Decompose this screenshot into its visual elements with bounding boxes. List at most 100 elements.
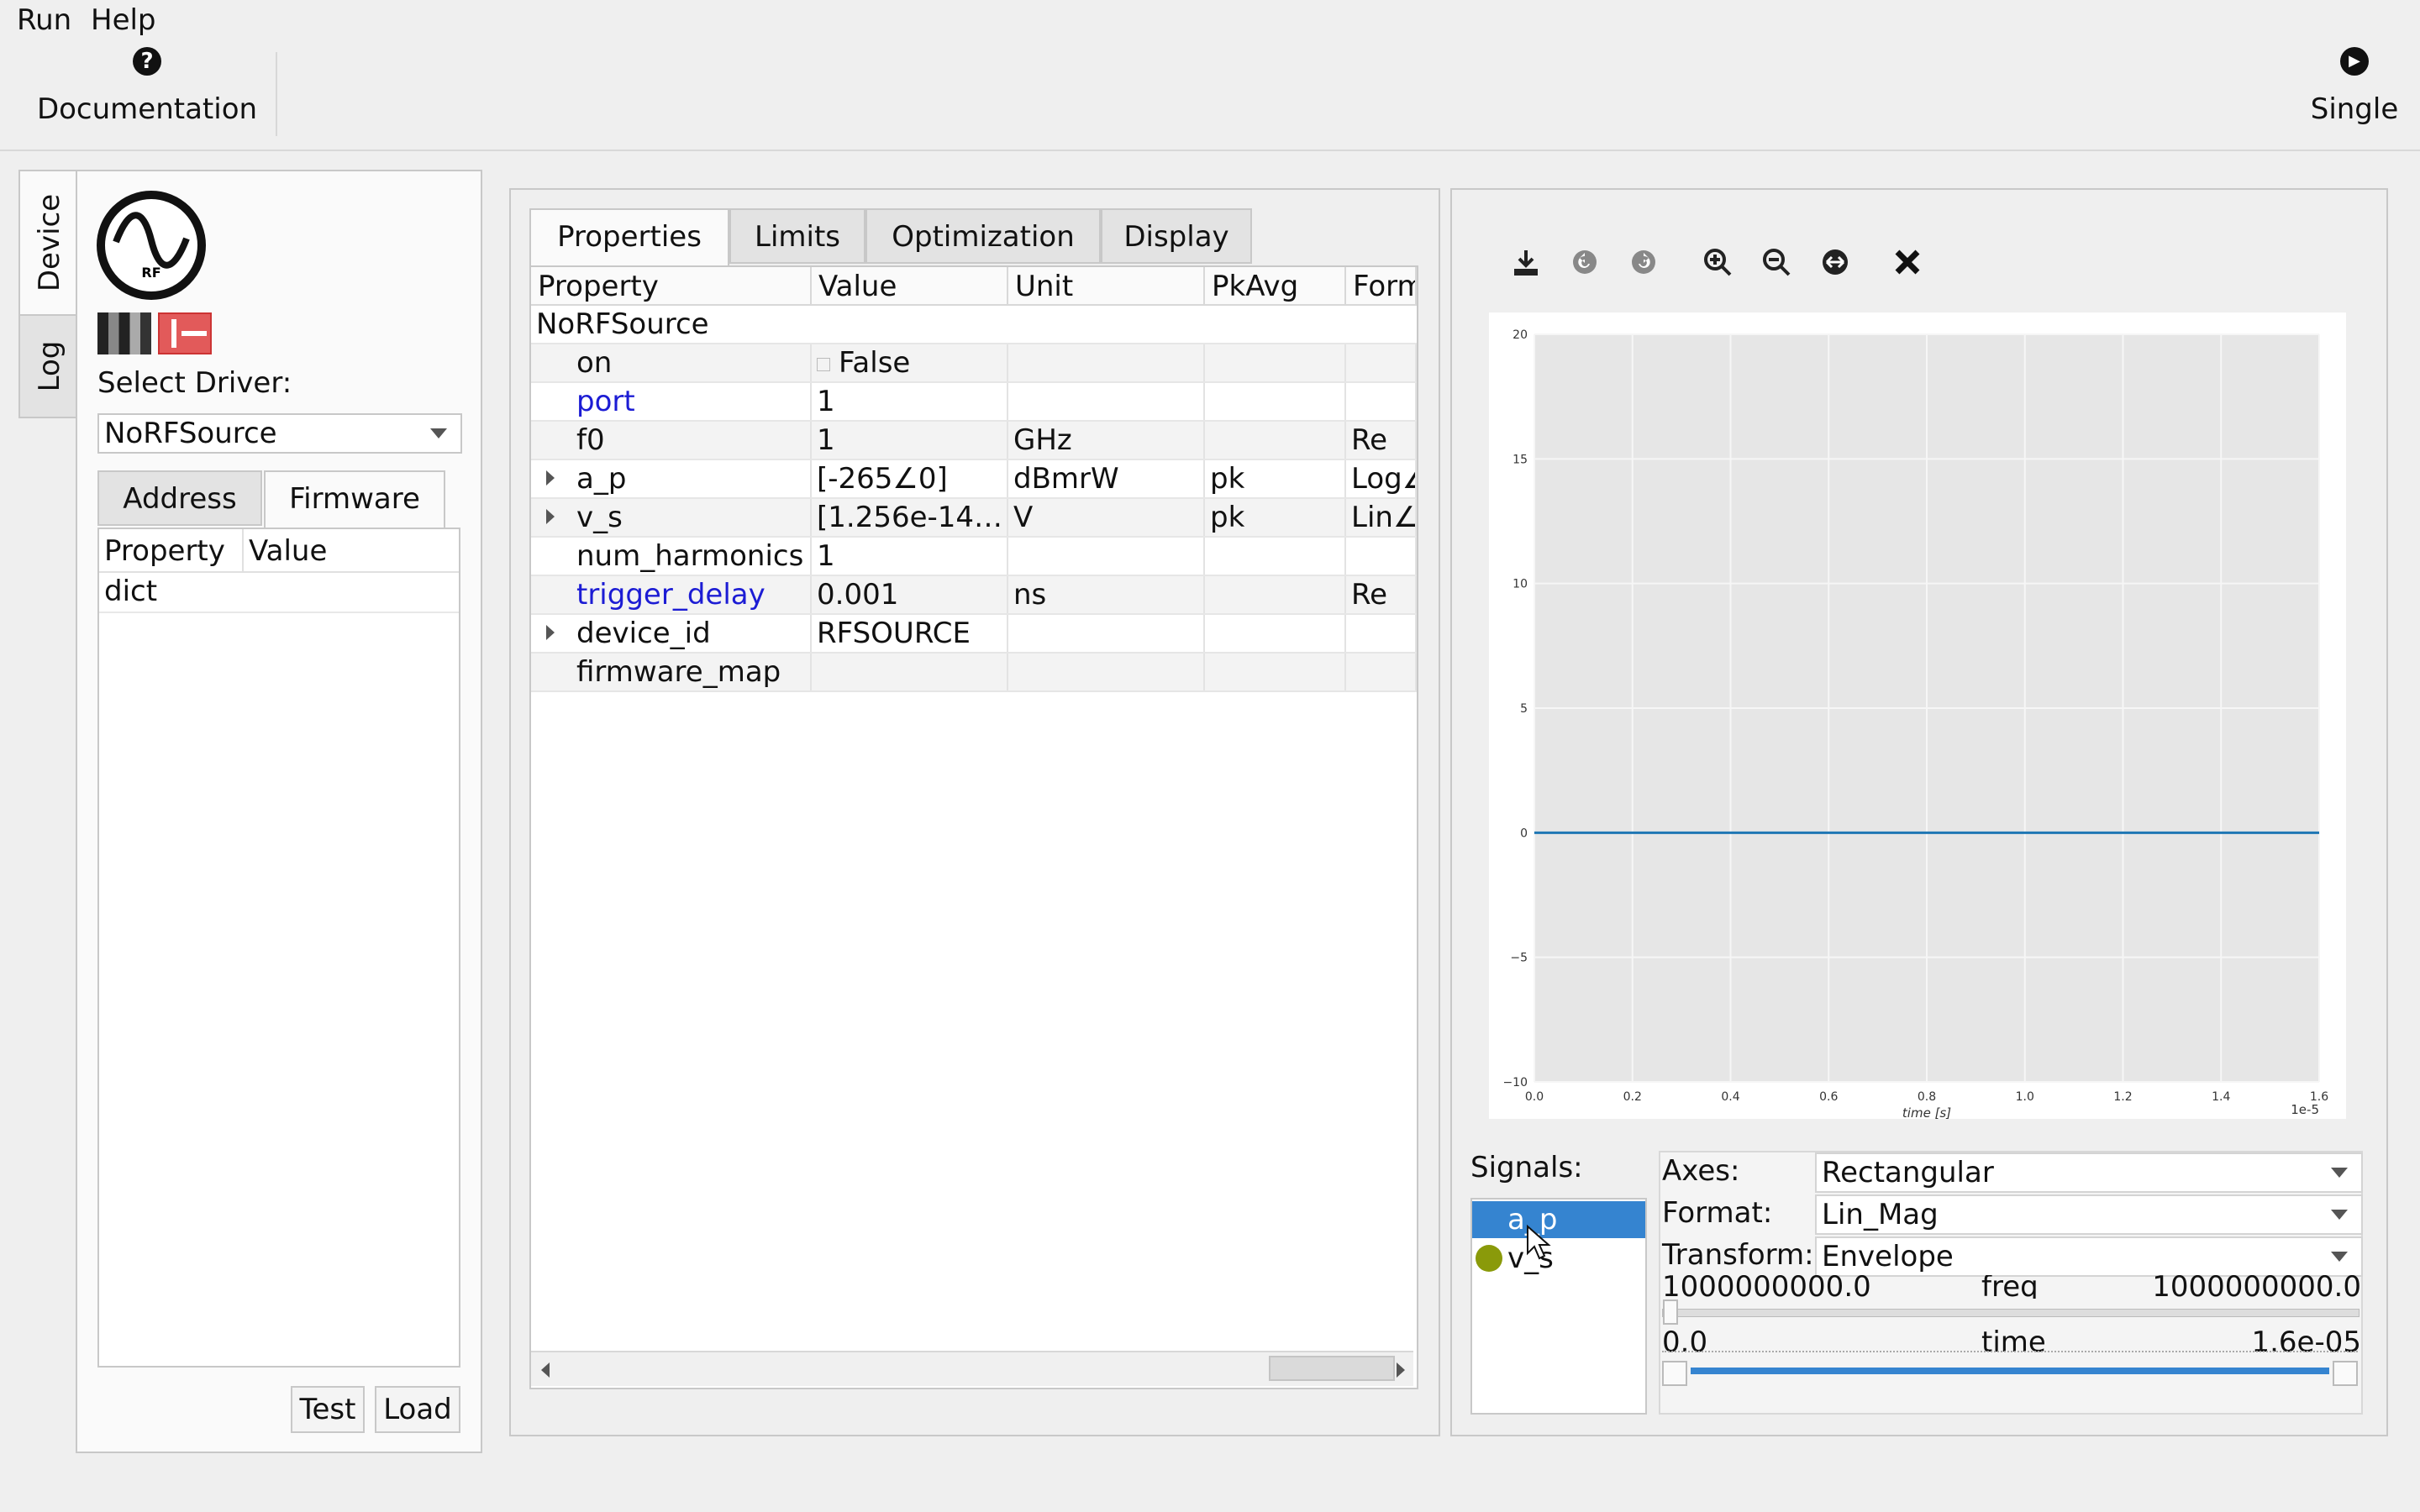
driver-select[interactable]: NoRFSource [97,413,462,454]
time-slider-end-handle[interactable] [2333,1361,2358,1386]
cell-property: num_harmonics [531,538,812,575]
col-property[interactable]: Property [531,267,812,306]
time-slider-range[interactable] [1691,1368,2329,1374]
toolbar: ? Documentation ▶ Single [0,39,2420,151]
expand-arrow-icon[interactable] [546,470,555,486]
time-slider-start-handle[interactable] [1662,1361,1687,1386]
table-row[interactable]: f0 1 GHz Re [531,422,1417,460]
cell-format [1346,615,1417,652]
transform-value: Envelope [1822,1240,1954,1273]
cell-value[interactable]: [-265∠0] [812,460,1008,497]
cell-property: v_s [531,499,812,536]
cell-property: port [531,383,812,420]
cell-value[interactable]: RFSOURCE [812,615,1008,652]
close-icon[interactable] [1891,245,1924,279]
freq-slider[interactable] [1662,1299,2360,1325]
tab-limits[interactable]: Limits [729,208,865,264]
undo-icon[interactable] [1568,245,1602,279]
y-tick-label: 5 [1520,702,1528,716]
y-tick-label: 0 [1520,827,1528,840]
firmware-table-header: Property Value [99,529,459,573]
tab-address[interactable]: Address [97,470,262,526]
tab-optimization[interactable]: Optimization [865,208,1101,264]
menu-run[interactable]: Run [17,3,71,37]
table-row[interactable]: port 1 [531,383,1417,422]
cell-value[interactable]: [1.256e-14… [812,499,1008,536]
cell-value[interactable]: 1 [812,422,1008,459]
single-button[interactable]: ▶ Single [2302,39,2407,150]
device-disconnected-icon [158,312,212,354]
table-row[interactable]: device_id RFSOURCE [531,615,1417,654]
cell-property: firmware_map [531,654,812,690]
zoom-out-icon[interactable] [1760,245,1793,279]
select-driver-label: Select Driver: [97,366,292,400]
cell-value[interactable]: False [812,344,1008,381]
signal-item-a-p[interactable]: a_p [1472,1201,1645,1238]
load-button[interactable]: Load [375,1386,460,1433]
on-checkbox[interactable] [817,357,830,371]
table-row[interactable]: v_s [1.256e-14… Vpk Lin∠ [531,499,1417,538]
properties-table: Property Value Unit PkAvg Form NoRFSourc… [529,265,1418,1389]
x-tick-label: 1.2 [2113,1090,2132,1104]
table-row[interactable]: trigger_delay 0.001 ns Re [531,576,1417,615]
x-tick-label: 1.0 [2016,1090,2034,1104]
horizontal-scrollbar[interactable] [531,1351,1413,1386]
col-value[interactable]: Value [812,267,1008,306]
cell-value[interactable]: 1 [812,538,1008,575]
tab-properties[interactable]: Properties [529,208,729,267]
expand-arrow-icon[interactable] [546,625,555,640]
scroll-left-icon[interactable] [541,1362,550,1378]
firmware-row-label: dict [104,575,158,608]
tab-log-label: Log [33,340,66,392]
cell-value[interactable]: 1 [812,383,1008,420]
zoom-in-icon[interactable] [1701,245,1734,279]
documentation-button[interactable]: ? Documentation [25,39,269,150]
tab-log[interactable]: Log [18,314,81,418]
col-pkavg[interactable]: PkAvg [1205,267,1346,306]
signals-label: Signals: [1470,1151,1583,1184]
device-status-icon [97,312,151,354]
table-row[interactable]: on False [531,344,1417,383]
group-row-norfsource[interactable]: NoRFSource [531,306,1417,344]
firmware-col-property: Property [104,534,225,568]
cell-unit [1008,538,1205,575]
cell-value[interactable] [812,654,1008,690]
x-tick-label: 0.8 [1918,1090,1936,1104]
test-button[interactable]: Test [291,1386,365,1433]
transform-label: Transform: [1662,1238,1814,1272]
tab-firmware[interactable]: Firmware [264,470,445,529]
axes-value: Rectangular [1822,1156,1994,1189]
col-unit[interactable]: Unit [1008,267,1205,306]
cell-pkavg [1205,654,1346,690]
y-tick-label: 20 [1512,328,1528,342]
cell-format: Log∠ [1346,460,1417,497]
chevron-down-icon [2331,1210,2348,1220]
tab-display[interactable]: Display [1101,208,1252,264]
format-select[interactable]: Lin_Mag [1815,1194,2363,1235]
plot-settings: Axes: Rectangular Format: Lin_Mag Transf… [1659,1151,2363,1415]
transform-select[interactable]: Envelope [1815,1236,2363,1277]
pan-icon[interactable] [1818,245,1852,279]
axes-select[interactable]: Rectangular [1815,1152,2363,1193]
scrollbar-thumb[interactable] [1269,1356,1395,1381]
table-row[interactable]: dict [99,573,459,613]
cell-value[interactable]: 0.001 [812,576,1008,613]
tab-device[interactable]: Device [18,170,79,316]
format-label: Format: [1662,1196,1773,1230]
cell-format: Re [1346,422,1417,459]
save-icon[interactable] [1509,245,1543,279]
freq-slider-handle[interactable] [1663,1299,1678,1325]
signal-chart[interactable]: 0.0 0.2 0.4 0.6 0.8 1.0 1.2 1.4 1.620151050−5−10… [1489,312,2346,1119]
menu-help[interactable]: Help [91,3,156,37]
expand-arrow-icon[interactable] [546,509,555,524]
table-row[interactable]: firmware_map [531,654,1417,692]
scroll-right-icon[interactable] [1397,1362,1405,1378]
table-row[interactable]: a_p[-265∠0]dBmrWpkLog∠ [531,460,1417,499]
chevron-down-icon [2331,1252,2348,1262]
signal-item-v-s[interactable]: v_s [1472,1240,1645,1277]
col-format[interactable]: Form [1346,267,1417,306]
toolbar-separator [276,52,277,136]
redo-icon[interactable] [1627,245,1660,279]
table-row[interactable]: num_harmonics 1 [531,538,1417,576]
cell-pkavg [1205,383,1346,420]
